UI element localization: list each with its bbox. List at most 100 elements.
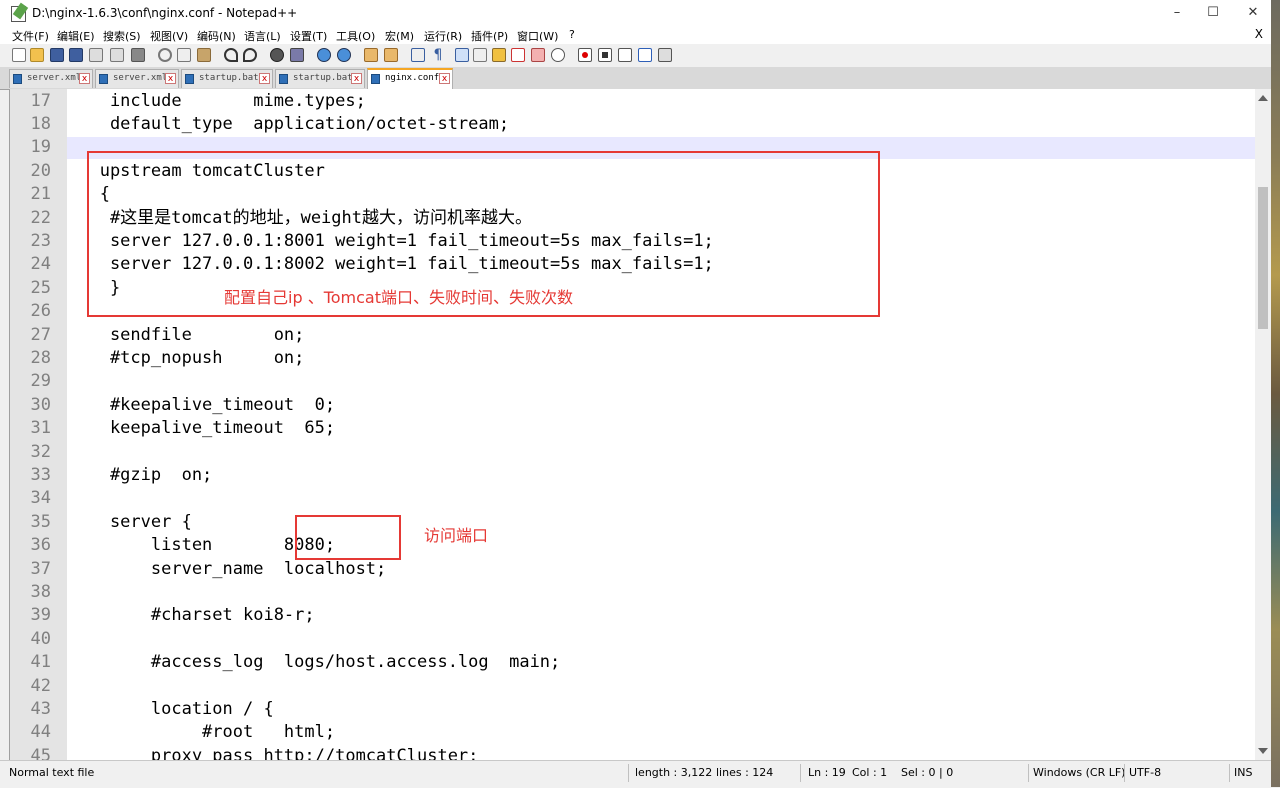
folder-workspace-icon[interactable] [511,48,525,62]
replace-icon[interactable] [290,48,304,62]
eye-icon[interactable] [551,48,565,62]
menu-view[interactable]: 视图(V) [150,28,188,44]
tab-close-icon[interactable]: x [165,73,176,84]
tab-close-icon[interactable]: x [439,73,450,84]
zoom-in-icon[interactable] [317,48,331,62]
desktop-background-strip [1271,0,1280,787]
scroll-thumb[interactable] [1258,187,1268,329]
code-line[interactable] [69,675,1249,698]
menu-language[interactable]: 语言(L) [244,28,281,44]
menu-search[interactable]: 搜索(S) [103,28,141,44]
close-all-icon[interactable] [110,48,124,62]
line-number: 25 [30,277,51,298]
scroll-down-icon[interactable] [1258,748,1268,754]
minimize-button[interactable]: – [1162,3,1192,23]
tab-server-xml-2[interactable]: server.xml x [95,69,179,88]
tab-close-icon[interactable]: x [79,73,90,84]
doc-map-icon[interactable] [473,48,487,62]
maximize-button[interactable]: ☐ [1198,3,1228,23]
menu-plugins[interactable]: 插件(P) [471,28,508,44]
code-line[interactable]: location / { [69,698,1249,721]
indent-guide-icon[interactable] [455,48,469,62]
code-line[interactable] [69,487,1249,510]
code-line[interactable] [69,370,1249,393]
function-list-icon[interactable] [492,48,506,62]
close-button[interactable]: ✕ [1238,3,1268,23]
line-number: 43 [30,698,51,719]
editor-area[interactable]: 17 include mime.types; 18 default_type ap… [9,89,1272,760]
save-macro-icon[interactable] [658,48,672,62]
line-number: 34 [30,488,51,509]
status-ins[interactable]: INS [1234,766,1252,779]
show-all-chars-icon[interactable]: ¶ [431,48,445,62]
monitoring-icon[interactable] [531,48,545,62]
code-line[interactable]: server { [69,511,1249,534]
line-number: 41 [30,652,51,673]
undo-icon[interactable] [224,48,238,62]
sync-vertical-icon[interactable] [364,48,378,62]
code-line[interactable] [69,441,1249,464]
print-icon[interactable] [131,48,145,62]
code-line[interactable]: #access_log logs/host.access.log main; [69,651,1249,674]
save-icon[interactable] [50,48,64,62]
status-bar: Normal text file length : 3,122 lines : … [0,760,1271,788]
menu-window[interactable]: 窗口(W) [517,28,558,44]
code-line[interactable]: listen 8080; [69,534,1249,557]
code-line[interactable]: default_type application/octet-stream; [69,113,1249,136]
status-lines: lines : 124 [716,766,774,779]
vertical-scrollbar[interactable] [1255,89,1272,760]
close-file-icon[interactable] [89,48,103,62]
tab-close-icon[interactable]: x [351,73,362,84]
status-eol[interactable]: Windows (CR LF) [1033,766,1125,779]
tab-bar: server.xml x server.xml x startup.bat x … [0,67,1271,90]
copy-icon[interactable] [177,48,191,62]
zoom-out-icon[interactable] [337,48,351,62]
line-number: 33 [30,464,51,485]
new-file-icon[interactable] [12,48,26,62]
status-encoding[interactable]: UTF-8 [1129,766,1161,779]
record-macro-icon[interactable] [578,48,592,62]
scroll-up-icon[interactable] [1258,95,1268,101]
sync-horizontal-icon[interactable] [384,48,398,62]
save-all-icon[interactable] [69,48,83,62]
code-line[interactable]: #charset koi8-r; [69,604,1249,627]
code-line[interactable]: #root html; [69,721,1249,744]
code-line[interactable]: server_name localhost; [69,558,1249,581]
code-line[interactable]: #tcp_nopush on; [69,347,1249,370]
menu-tools[interactable]: 工具(O) [336,28,375,44]
play-macro-icon[interactable] [618,48,632,62]
menu-encoding[interactable]: 编码(N) [197,28,236,44]
code-line[interactable] [69,628,1249,651]
code-line[interactable]: keepalive_timeout 65; [69,417,1249,440]
code-line[interactable]: proxy_pass http://tomcatCluster; [69,745,1249,760]
tab-startup-bat-1[interactable]: startup.bat x [181,69,273,88]
redo-icon[interactable] [243,48,257,62]
word-wrap-icon[interactable] [411,48,425,62]
paste-icon[interactable] [197,48,211,62]
stop-record-icon[interactable] [598,48,612,62]
line-number: 20 [30,160,51,181]
menu-help[interactable]: ? [569,28,575,41]
tab-nginx-conf[interactable]: nginx.conf x [367,68,453,89]
code-line[interactable]: #gzip on; [69,464,1249,487]
menu-file[interactable]: 文件(F) [12,28,49,44]
status-col: Col : 1 [852,766,888,779]
code-line[interactable] [69,581,1249,604]
code-line[interactable]: include mime.types; [69,90,1249,113]
open-file-icon[interactable] [30,48,44,62]
run-macro-multiple-icon[interactable] [638,48,652,62]
code-line[interactable]: #keepalive_timeout 0; [69,394,1249,417]
tab-startup-bat-2[interactable]: startup.bat x [275,69,365,88]
menu-macro[interactable]: 宏(M) [385,28,414,44]
code-line[interactable]: sendfile on; [69,324,1249,347]
cut-icon[interactable] [158,48,172,62]
menu-settings[interactable]: 设置(T) [290,28,327,44]
tab-close-icon[interactable]: x [259,73,270,84]
status-separator [1229,764,1230,782]
find-icon[interactable] [270,48,284,62]
line-number: 24 [30,254,51,275]
close-document-button[interactable]: X [1255,27,1263,41]
menu-edit[interactable]: 编辑(E) [57,28,95,44]
menu-run[interactable]: 运行(R) [424,28,462,44]
tab-server-xml-1[interactable]: server.xml x [9,69,93,88]
